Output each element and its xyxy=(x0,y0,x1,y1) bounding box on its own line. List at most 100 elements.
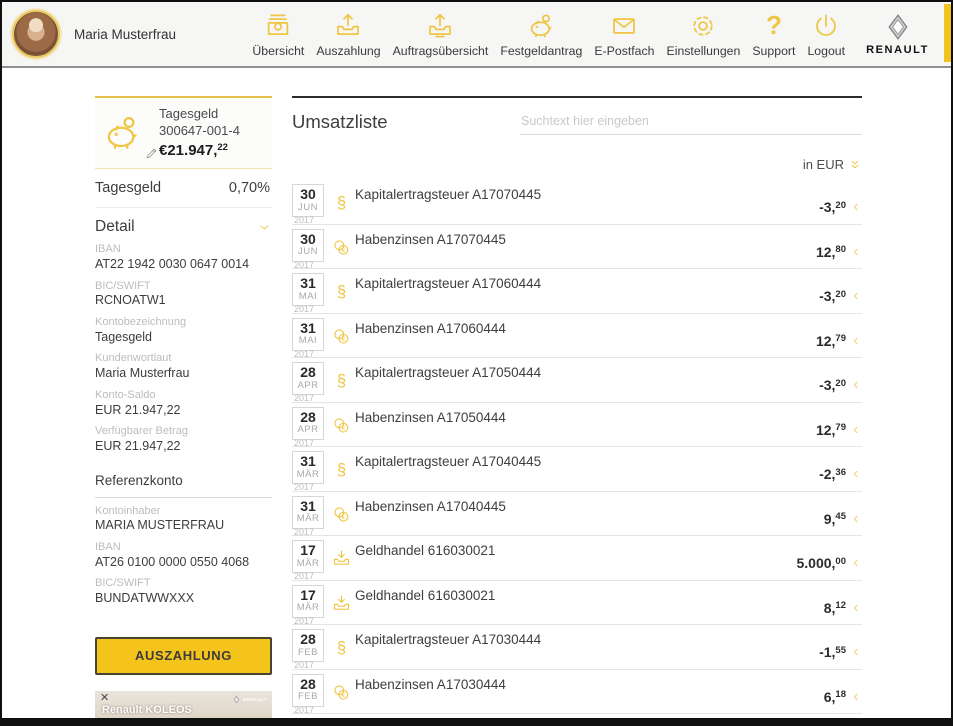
topbar-accent-strip xyxy=(944,4,951,62)
transaction-amount: 12,80 xyxy=(816,244,846,260)
detail-title: Detail xyxy=(95,218,135,236)
transaction-row[interactable]: 28 APR 2017 Habenzinsen A17050444 12,79 xyxy=(292,403,862,448)
payout-button[interactable]: AUSZAHLUNG xyxy=(95,637,272,675)
transaction-amount: 12,79 xyxy=(816,422,846,438)
chevron-left-icon xyxy=(851,514,861,524)
gear-icon xyxy=(688,11,718,41)
transaction-description: Kapitalertragsteuer A17030444 xyxy=(355,632,541,647)
transaction-row[interactable]: 31 MÄR 2017 Habenzinsen A17040445 9,45 xyxy=(292,492,862,537)
field-value: Tagesgeld xyxy=(95,330,272,346)
transaction-row[interactable]: 31 MAI 2017 Habenzinsen A17060444 12,79 xyxy=(292,314,862,359)
transaction-description: Kapitalertragsteuer A17040445 xyxy=(355,454,541,469)
transaction-row[interactable]: 17 MÄR 2017 Geldhandel 616030021 5.000,0… xyxy=(292,536,862,581)
chevron-left-icon xyxy=(851,291,861,301)
transaction-row[interactable]: 28 APR 2017 Kapitalertragsteuer A1705044… xyxy=(292,358,862,403)
koleos-ad-banner[interactable]: ✕ Renault KOLEOS Crossover by Renault JE… xyxy=(95,691,272,726)
transaction-description: Habenzinsen A17050444 xyxy=(355,410,506,425)
account-card[interactable]: Tagesgeld 300647-001-4 €21.947,22 xyxy=(95,96,272,169)
transaction-row[interactable]: 28 FEB 2017 Kapitalertragsteuer A1703044… xyxy=(292,625,862,670)
transaction-day: 31 xyxy=(293,321,323,336)
renault-logo: RENAULT xyxy=(866,12,929,56)
nav-item[interactable]: Auftragsübersicht xyxy=(392,9,490,60)
trade-icon xyxy=(331,548,352,569)
search-input[interactable] xyxy=(520,112,862,135)
transaction-date: 28 APR xyxy=(292,407,324,440)
nav-item-label: Festgeldantrag xyxy=(500,44,582,58)
transaction-year: 2017 xyxy=(294,660,314,670)
transaction-row[interactable]: 28 FEB 2017 Habenzinsen A17030444 6,18 xyxy=(292,670,862,715)
transaction-day: 30 xyxy=(293,232,323,247)
overview-icon xyxy=(263,11,293,41)
chevron-left-icon xyxy=(851,603,861,613)
transaction-row[interactable]: 30 JUN 2017 Kapitalertragsteuer A1707044… xyxy=(292,180,862,225)
nav-item[interactable]: Übersicht xyxy=(251,9,305,60)
transactions-header: Umsatzliste in EUR xyxy=(292,98,862,178)
reference-fields: Kontoinhaber MARIA MUSTERFRAU IBAN AT26 … xyxy=(95,505,272,607)
transaction-date: 31 MAI xyxy=(292,318,324,351)
transaction-row[interactable]: 31 MÄR 2017 Kapitalertragsteuer A1704044… xyxy=(292,447,862,492)
nav-item-label: Auszahlung xyxy=(316,44,380,58)
detail-field: IBAN AT22 1942 0030 0647 0014 xyxy=(95,243,272,272)
question-icon xyxy=(759,11,789,41)
reference-field: Kontoinhaber MARIA MUSTERFRAU xyxy=(95,505,272,534)
reference-field: IBAN AT26 0100 0000 0550 4068 xyxy=(95,541,272,570)
account-number: 300647-001-4 xyxy=(159,123,240,140)
chevron-left-icon xyxy=(851,558,861,568)
transaction-day: 30 xyxy=(293,187,323,202)
field-value: Maria Musterfrau xyxy=(95,366,272,382)
currency-label: in EUR xyxy=(803,157,844,172)
nav-item[interactable]: Support xyxy=(751,9,796,60)
paragraph-icon xyxy=(331,281,352,302)
transaction-year: 2017 xyxy=(294,705,314,715)
chevron-left-icon xyxy=(851,692,861,702)
field-value: AT26 0100 0000 0550 4068 xyxy=(95,555,272,571)
transaction-day: 17 xyxy=(293,543,323,558)
coins-icon xyxy=(331,682,352,703)
transaction-day: 31 xyxy=(293,454,323,469)
user-avatar[interactable] xyxy=(12,10,60,58)
detail-section-toggle[interactable]: Detail xyxy=(95,218,272,236)
mail-icon xyxy=(609,11,639,41)
nav-item[interactable]: Logout xyxy=(806,9,846,60)
field-value: EUR 21.947,22 xyxy=(95,403,272,419)
nav-item-label: Übersicht xyxy=(252,44,304,58)
transaction-month: MAI xyxy=(293,291,323,302)
nav-item[interactable]: Auszahlung xyxy=(315,9,381,60)
transaction-row[interactable]: 17 MÄR 2017 Geldhandel 616030021 8,12 xyxy=(292,581,862,626)
transaction-description: Kapitalertragsteuer A17060444 xyxy=(355,276,541,291)
field-label: Verfügbarer Betrag xyxy=(95,425,272,439)
trade-icon xyxy=(331,593,352,614)
transaction-description: Kapitalertragsteuer A17070445 xyxy=(355,187,541,202)
coins-icon xyxy=(331,415,352,436)
field-label: Kundenwortlaut xyxy=(95,352,272,366)
nav-item-label: Einstellungen xyxy=(667,44,741,58)
transaction-day: 28 xyxy=(293,410,323,425)
user-name: Maria Musterfrau xyxy=(74,27,176,42)
transaction-row[interactable]: 30 JUN 2017 Habenzinsen A17070445 12,80 xyxy=(292,225,862,270)
transaction-day: 28 xyxy=(293,632,323,647)
transaction-list: 30 JUN 2017 Kapitalertragsteuer A1707044… xyxy=(292,180,862,714)
chevron-left-icon xyxy=(851,202,861,212)
close-icon[interactable]: ✕ xyxy=(100,693,109,704)
reference-field: BIC/SWIFT BUNDATWWXXX xyxy=(95,577,272,606)
ad-title: Renault KOLEOS xyxy=(102,704,192,716)
nav-item[interactable]: Festgeldantrag xyxy=(499,9,583,60)
transaction-date: 30 JUN xyxy=(292,229,324,262)
main-navigation: Übersicht Auszahlung Auftragsübersicht F… xyxy=(251,9,852,60)
nav-item[interactable]: E-Postfach xyxy=(593,9,655,60)
payout-icon xyxy=(333,11,363,41)
field-value: AT22 1942 0030 0647 0014 xyxy=(95,257,272,273)
orders-icon xyxy=(425,11,455,41)
nav-item[interactable]: Einstellungen xyxy=(666,9,742,60)
transaction-month: FEB xyxy=(293,691,323,702)
field-label: BIC/SWIFT xyxy=(95,577,272,591)
transaction-year: 2017 xyxy=(294,527,314,537)
transaction-date: 17 MÄR xyxy=(292,585,324,618)
transaction-row[interactable]: 31 MAI 2017 Kapitalertragsteuer A1706044… xyxy=(292,269,862,314)
transaction-month: MAI xyxy=(293,335,323,346)
edit-pencil-icon[interactable] xyxy=(145,147,158,160)
transaction-day: 28 xyxy=(293,677,323,692)
currency-sort-control[interactable]: in EUR xyxy=(803,157,862,172)
transaction-amount: -3,20 xyxy=(819,199,846,215)
renault-diamond-icon xyxy=(883,12,913,42)
